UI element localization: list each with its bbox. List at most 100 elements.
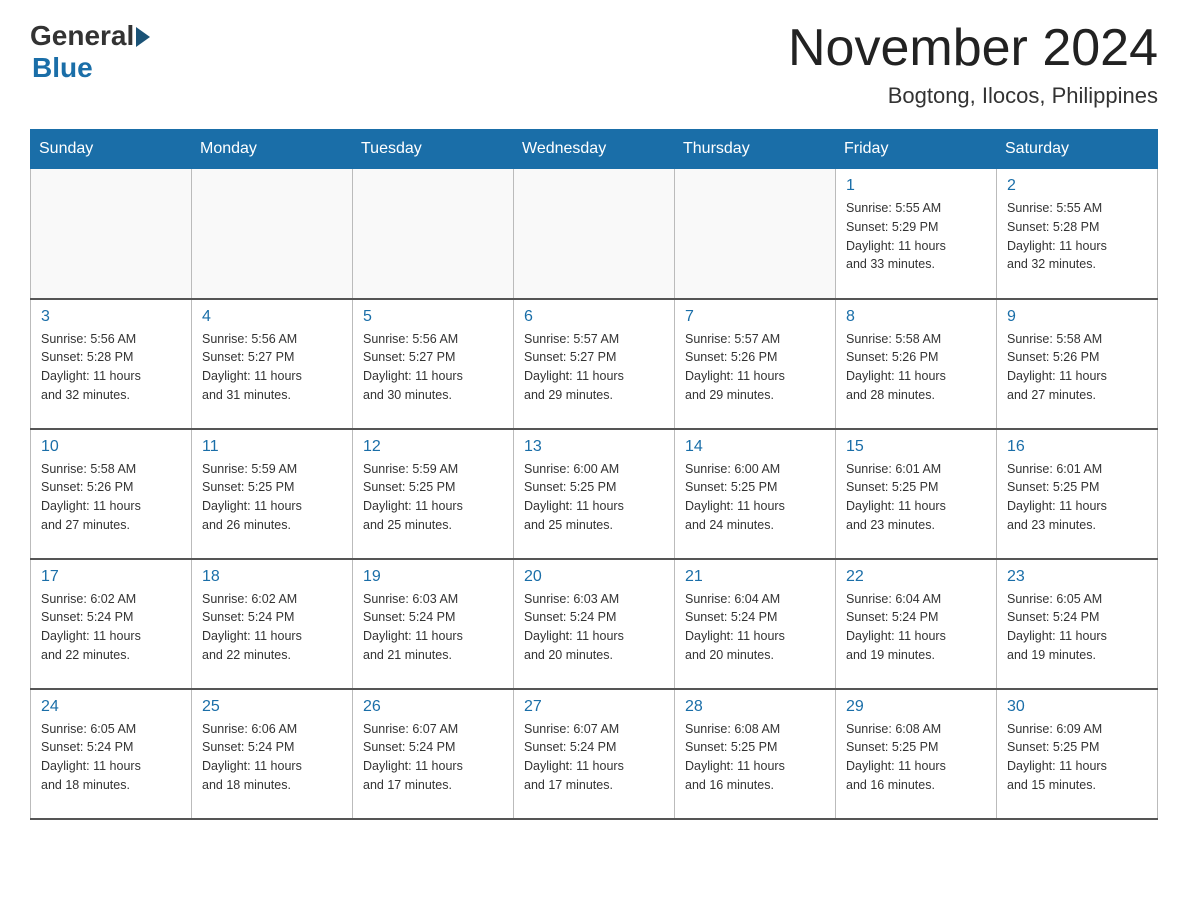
day-info: Sunrise: 5:58 AM Sunset: 5:26 PM Dayligh… [1007, 330, 1147, 405]
day-number: 18 [202, 568, 342, 586]
day-number: 7 [685, 308, 825, 326]
day-info: Sunrise: 6:02 AM Sunset: 5:24 PM Dayligh… [202, 590, 342, 665]
day-number: 28 [685, 698, 825, 716]
day-info: Sunrise: 6:04 AM Sunset: 5:24 PM Dayligh… [846, 590, 986, 665]
title-section: November 2024 Bogtong, Ilocos, Philippin… [788, 20, 1158, 109]
day-info: Sunrise: 6:05 AM Sunset: 5:24 PM Dayligh… [1007, 590, 1147, 665]
calendar-cell: 10Sunrise: 5:58 AM Sunset: 5:26 PM Dayli… [31, 429, 192, 559]
day-number: 30 [1007, 698, 1147, 716]
day-number: 26 [363, 698, 503, 716]
calendar-cell: 7 Sunrise: 5:57 AM Sunset: 5:26 PM Daylig… [675, 299, 836, 429]
week-row-5: 24 Sunrise: 6:05 AM Sunset: 5:24 PM Dayli… [31, 689, 1158, 819]
calendar-cell: 30 Sunrise: 6:09 AM Sunset: 5:25 PM Dayli… [997, 689, 1158, 819]
day-number: 1 [846, 177, 986, 195]
day-info: Sunrise: 5:57 AM Sunset: 5:26 PM Dayligh… [685, 330, 825, 405]
day-info: Sunrise: 5:55 AM Sunset: 5:29 PM Dayligh… [846, 199, 986, 274]
weekday-header-tuesday: Tuesday [353, 130, 514, 169]
calendar-cell: 11Sunrise: 5:59 AM Sunset: 5:25 PM Dayli… [192, 429, 353, 559]
calendar-cell: 29 Sunrise: 6:08 AM Sunset: 5:25 PM Dayli… [836, 689, 997, 819]
calendar-cell: 24 Sunrise: 6:05 AM Sunset: 5:24 PM Dayli… [31, 689, 192, 819]
calendar-cell: 19Sunrise: 6:03 AM Sunset: 5:24 PM Dayli… [353, 559, 514, 689]
week-row-4: 17 Sunrise: 6:02 AM Sunset: 5:24 PM Dayli… [31, 559, 1158, 689]
day-number: 3 [41, 308, 181, 326]
logo-general-text: General [30, 20, 134, 52]
day-info: Sunrise: 6:07 AM Sunset: 5:24 PM Dayligh… [524, 720, 664, 795]
week-row-1: 1 Sunrise: 5:55 AM Sunset: 5:29 PM Daylig… [31, 169, 1158, 299]
calendar-cell: 13 Sunrise: 6:00 AM Sunset: 5:25 PM Dayli… [514, 429, 675, 559]
calendar-cell: 18 Sunrise: 6:02 AM Sunset: 5:24 PM Dayli… [192, 559, 353, 689]
day-number: 21 [685, 568, 825, 586]
calendar-cell: 9Sunrise: 5:58 AM Sunset: 5:26 PM Daylig… [997, 299, 1158, 429]
logo-arrow-icon [136, 27, 150, 47]
calendar-cell: 26Sunrise: 6:07 AM Sunset: 5:24 PM Dayli… [353, 689, 514, 819]
logo-wordmark: General [30, 20, 150, 52]
day-info: Sunrise: 6:06 AM Sunset: 5:24 PM Dayligh… [202, 720, 342, 795]
calendar-cell: 12Sunrise: 5:59 AM Sunset: 5:25 PM Dayli… [353, 429, 514, 559]
calendar-cell: 16Sunrise: 6:01 AM Sunset: 5:25 PM Dayli… [997, 429, 1158, 559]
day-info: Sunrise: 6:01 AM Sunset: 5:25 PM Dayligh… [846, 460, 986, 535]
page-header: General Blue November 2024 Bogtong, Iloc… [30, 20, 1158, 109]
calendar-cell: 25 Sunrise: 6:06 AM Sunset: 5:24 PM Dayli… [192, 689, 353, 819]
calendar-cell [675, 169, 836, 299]
location-title: Bogtong, Ilocos, Philippines [788, 83, 1158, 109]
day-info: Sunrise: 5:57 AM Sunset: 5:27 PM Dayligh… [524, 330, 664, 405]
day-number: 5 [363, 308, 503, 326]
day-number: 4 [202, 308, 342, 326]
calendar-cell: 27 Sunrise: 6:07 AM Sunset: 5:24 PM Dayli… [514, 689, 675, 819]
day-info: Sunrise: 6:00 AM Sunset: 5:25 PM Dayligh… [524, 460, 664, 535]
day-number: 13 [524, 438, 664, 456]
day-number: 27 [524, 698, 664, 716]
day-info: Sunrise: 5:55 AM Sunset: 5:28 PM Dayligh… [1007, 199, 1147, 274]
weekday-header-sunday: Sunday [31, 130, 192, 169]
logo-blue-text: Blue [32, 52, 93, 84]
day-number: 6 [524, 308, 664, 326]
day-number: 25 [202, 698, 342, 716]
day-number: 17 [41, 568, 181, 586]
calendar-cell: 4 Sunrise: 5:56 AM Sunset: 5:27 PM Daylig… [192, 299, 353, 429]
calendar-cell: 23 Sunrise: 6:05 AM Sunset: 5:24 PM Dayli… [997, 559, 1158, 689]
day-info: Sunrise: 6:02 AM Sunset: 5:24 PM Dayligh… [41, 590, 181, 665]
day-info: Sunrise: 6:09 AM Sunset: 5:25 PM Dayligh… [1007, 720, 1147, 795]
day-info: Sunrise: 5:56 AM Sunset: 5:28 PM Dayligh… [41, 330, 181, 405]
calendar-cell [192, 169, 353, 299]
day-number: 22 [846, 568, 986, 586]
calendar-cell: 2Sunrise: 5:55 AM Sunset: 5:28 PM Daylig… [997, 169, 1158, 299]
calendar-cell: 15 Sunrise: 6:01 AM Sunset: 5:25 PM Dayli… [836, 429, 997, 559]
day-number: 29 [846, 698, 986, 716]
calendar-cell: 5 Sunrise: 5:56 AM Sunset: 5:27 PM Daylig… [353, 299, 514, 429]
calendar-cell: 22 Sunrise: 6:04 AM Sunset: 5:24 PM Dayli… [836, 559, 997, 689]
calendar-cell: 1 Sunrise: 5:55 AM Sunset: 5:29 PM Daylig… [836, 169, 997, 299]
calendar-cell: 6 Sunrise: 5:57 AM Sunset: 5:27 PM Daylig… [514, 299, 675, 429]
week-row-2: 3 Sunrise: 5:56 AM Sunset: 5:28 PM Daylig… [31, 299, 1158, 429]
calendar-header-row: SundayMondayTuesdayWednesdayThursdayFrid… [31, 130, 1158, 169]
day-number: 10 [41, 438, 181, 456]
weekday-header-wednesday: Wednesday [514, 130, 675, 169]
day-info: Sunrise: 6:03 AM Sunset: 5:24 PM Dayligh… [524, 590, 664, 665]
day-number: 16 [1007, 438, 1147, 456]
calendar-cell: 8Sunrise: 5:58 AM Sunset: 5:26 PM Daylig… [836, 299, 997, 429]
day-info: Sunrise: 6:08 AM Sunset: 5:25 PM Dayligh… [846, 720, 986, 795]
logo: General Blue [30, 20, 150, 84]
day-info: Sunrise: 5:59 AM Sunset: 5:25 PM Dayligh… [202, 460, 342, 535]
calendar-cell: 20Sunrise: 6:03 AM Sunset: 5:24 PM Dayli… [514, 559, 675, 689]
weekday-header-saturday: Saturday [997, 130, 1158, 169]
day-info: Sunrise: 5:56 AM Sunset: 5:27 PM Dayligh… [202, 330, 342, 405]
calendar-cell [31, 169, 192, 299]
day-info: Sunrise: 6:04 AM Sunset: 5:24 PM Dayligh… [685, 590, 825, 665]
day-info: Sunrise: 5:58 AM Sunset: 5:26 PM Dayligh… [846, 330, 986, 405]
month-title: November 2024 [788, 20, 1158, 77]
day-info: Sunrise: 6:00 AM Sunset: 5:25 PM Dayligh… [685, 460, 825, 535]
weekday-header-monday: Monday [192, 130, 353, 169]
calendar-cell [353, 169, 514, 299]
day-info: Sunrise: 6:08 AM Sunset: 5:25 PM Dayligh… [685, 720, 825, 795]
calendar-cell: 28 Sunrise: 6:08 AM Sunset: 5:25 PM Dayli… [675, 689, 836, 819]
day-number: 24 [41, 698, 181, 716]
day-info: Sunrise: 6:05 AM Sunset: 5:24 PM Dayligh… [41, 720, 181, 795]
day-number: 23 [1007, 568, 1147, 586]
calendar-cell: 14Sunrise: 6:00 AM Sunset: 5:25 PM Dayli… [675, 429, 836, 559]
day-info: Sunrise: 5:56 AM Sunset: 5:27 PM Dayligh… [363, 330, 503, 405]
day-info: Sunrise: 5:59 AM Sunset: 5:25 PM Dayligh… [363, 460, 503, 535]
day-number: 15 [846, 438, 986, 456]
calendar-table: SundayMondayTuesdayWednesdayThursdayFrid… [30, 129, 1158, 820]
calendar-cell [514, 169, 675, 299]
